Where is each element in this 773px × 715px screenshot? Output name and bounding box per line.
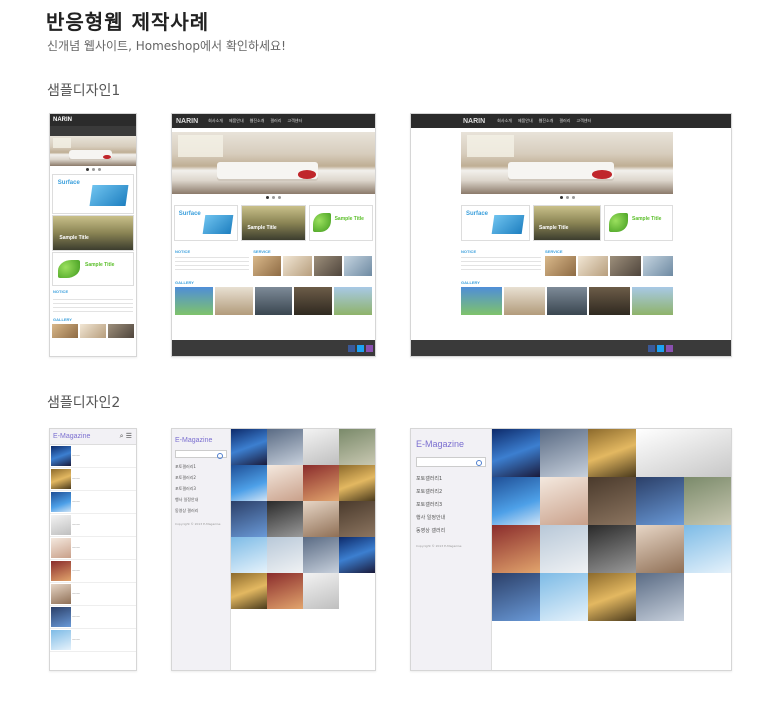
thumb[interactable]: [108, 324, 134, 338]
menu-item[interactable]: 포토갤러리3: [175, 486, 227, 492]
hero-image: [172, 132, 375, 194]
list-item[interactable]: ——: [50, 537, 136, 560]
card-surface[interactable]: Surface: [52, 174, 134, 214]
list-item[interactable]: ——: [50, 560, 136, 583]
design1-mobile-preview[interactable]: NARIN Surface Sample Title Sample Title …: [49, 113, 137, 357]
search-input[interactable]: [416, 457, 486, 467]
service-label: SERVICE: [253, 249, 271, 254]
narin-logo: NARIN: [176, 117, 199, 125]
emagazine-logo: E-Magazine: [175, 437, 213, 444]
gallery-label: GALLERY: [461, 280, 480, 285]
design2-mobile-preview[interactable]: E-Magazine ⌕ ☰ —— —— —— —— —— —— —— —— —…: [49, 428, 137, 671]
card-surface[interactable]: Surface: [174, 205, 239, 241]
page-title: 반응형웹 제작사례: [46, 10, 210, 34]
design1-tablet-preview[interactable]: NARIN 회사소개 제품안내 웹진소개 갤러리 고객센터 Surface Sa…: [171, 113, 376, 357]
list-item[interactable]: ——: [50, 514, 136, 537]
nav-item[interactable]: 갤러리: [559, 118, 570, 124]
hero-image: [50, 136, 136, 166]
list-item[interactable]: ——: [50, 629, 136, 652]
search-input[interactable]: [175, 450, 227, 459]
section-title-design1: 샘플디자인1: [47, 83, 121, 99]
copyright: Copyright © 2013 E-Magazine: [175, 522, 221, 526]
card-sample[interactable]: Sample Title: [241, 205, 306, 241]
thumb[interactable]: [80, 324, 106, 338]
slider-dots[interactable]: [50, 166, 136, 173]
copyright: Copyright © 2013 E-Magazine: [416, 544, 462, 548]
photo-grid[interactable]: [231, 429, 375, 609]
menu-item[interactable]: 동영상 갤러리: [175, 508, 227, 514]
notice-label: NOTICE: [53, 289, 69, 294]
nav-item[interactable]: 제품안내: [229, 118, 244, 124]
emagazine-logo: E-Magazine: [416, 439, 465, 449]
card-sample[interactable]: Sample Title: [52, 215, 134, 251]
design1-desktop-preview[interactable]: NARIN 회사소개 제품안내 웹진소개 갤러리 고객센터 Surface Sa…: [410, 113, 732, 357]
nav-item[interactable]: 고객센터: [287, 118, 302, 124]
search-icon[interactable]: ⌕ ☰: [120, 432, 132, 441]
menu-item[interactable]: 포토갤러리2: [416, 488, 486, 495]
menu-item[interactable]: 동영상 갤러리: [416, 527, 486, 534]
list-item[interactable]: ——: [50, 491, 136, 514]
notice-label: NOTICE: [461, 249, 477, 254]
card-sample[interactable]: Sample Title: [532, 205, 602, 241]
menu-item[interactable]: 포토갤러리1: [416, 475, 486, 482]
footer: [172, 340, 375, 356]
list-item[interactable]: ——: [50, 468, 136, 491]
design2-desktop-preview[interactable]: E-Magazine 포토갤러리1 포토갤러리2 포토갤러리3 행사 일정안내 …: [410, 428, 732, 671]
footer: [411, 340, 731, 356]
thumb[interactable]: [52, 324, 78, 338]
card-leaf[interactable]: Sample Title: [308, 205, 373, 241]
nav-item[interactable]: 웹진소개: [250, 118, 265, 124]
notice-label: NOTICE: [175, 249, 191, 254]
gallery-label: GALLERY: [53, 317, 72, 322]
design2-tablet-preview[interactable]: E-Magazine 포토갤러리1 포토갤러리2 포토갤러리3 행사 일정안내 …: [171, 428, 376, 671]
emagazine-logo: E-Magazine: [53, 433, 91, 440]
nav-item[interactable]: 회사소개: [497, 118, 512, 124]
nav-item[interactable]: 제품안내: [518, 118, 533, 124]
section-title-design2: 샘플디자인2: [47, 395, 121, 411]
slider-dots[interactable]: [172, 194, 375, 201]
nav-item[interactable]: 회사소개: [208, 118, 223, 124]
photo-grid[interactable]: [492, 429, 731, 621]
page-subtitle: 신개념 웹사이트, Homeshop에서 확인하세요!: [47, 39, 286, 53]
menu-item[interactable]: 포토갤러리2: [175, 475, 227, 481]
card-leaf[interactable]: Sample Title: [604, 205, 674, 241]
hero-image: [461, 132, 673, 194]
narin-logo: NARIN: [53, 117, 72, 123]
nav-item[interactable]: 고객센터: [576, 118, 591, 124]
nav-item[interactable]: 웹진소개: [539, 118, 554, 124]
narin-logo: NARIN: [463, 117, 486, 125]
slider-dots[interactable]: [461, 194, 673, 201]
gallery-label: GALLERY: [175, 280, 194, 285]
list-item[interactable]: ——: [50, 583, 136, 606]
list-item[interactable]: ——: [50, 445, 136, 468]
menu-item[interactable]: 행사 일정안내: [175, 497, 227, 503]
nav-item[interactable]: 갤러리: [270, 118, 281, 124]
menu-item[interactable]: 행사 일정안내: [416, 514, 486, 521]
card-leaf[interactable]: Sample Title: [52, 252, 134, 286]
card-surface[interactable]: Surface: [461, 205, 530, 241]
service-label: SERVICE: [545, 249, 563, 254]
list-item[interactable]: ——: [50, 606, 136, 629]
menu-item[interactable]: 포토갤러리3: [416, 501, 486, 508]
menu-item[interactable]: 포토갤러리1: [175, 464, 227, 470]
